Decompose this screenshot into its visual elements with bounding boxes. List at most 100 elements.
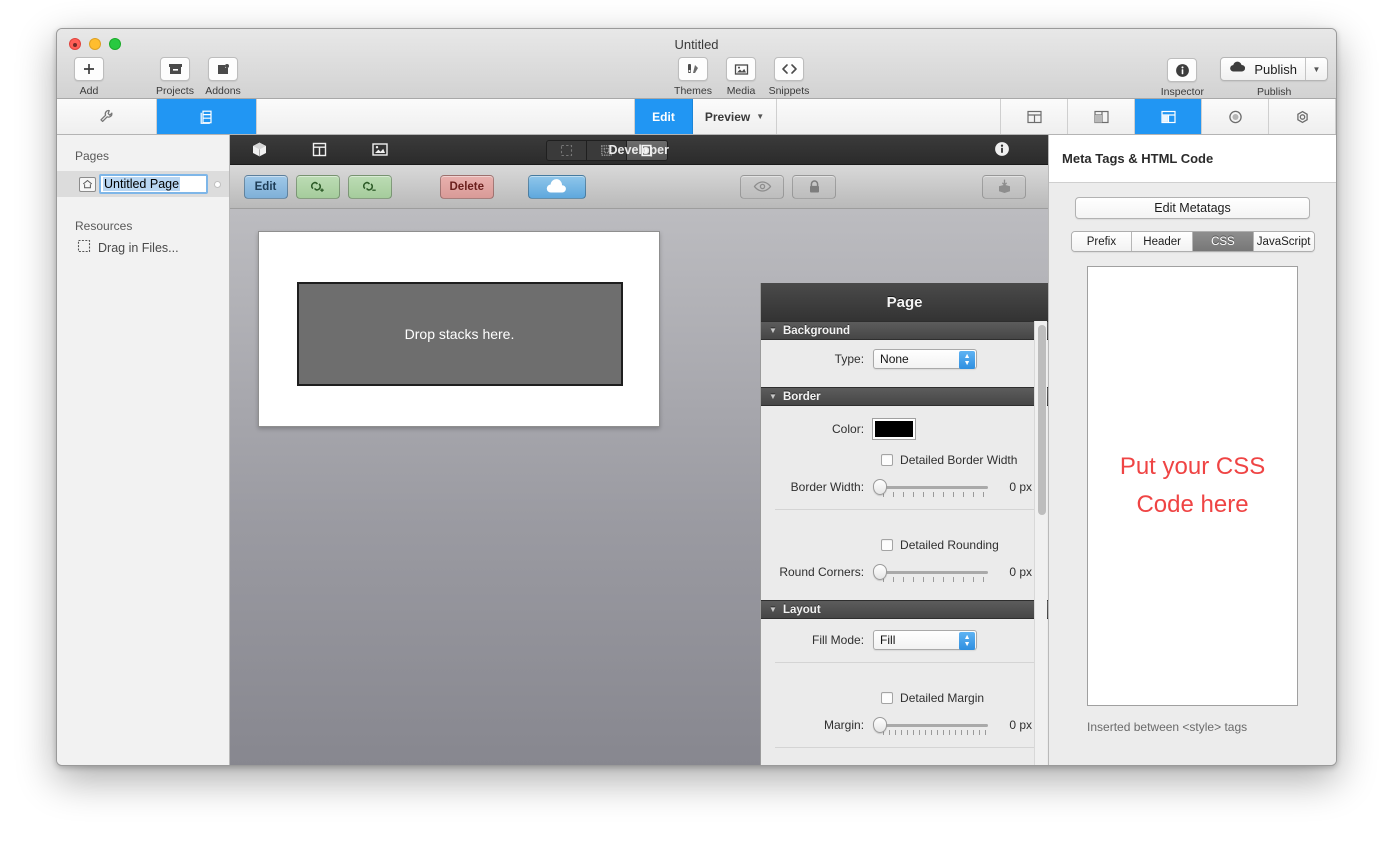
tab-header[interactable]: Header xyxy=(1132,232,1194,251)
toolbar-button-snippets[interactable]: Snippets xyxy=(765,57,813,97)
puzzle-plug-icon xyxy=(208,57,238,81)
toolbar-button-inspector[interactable]: Inspector xyxy=(1152,58,1212,98)
tab-javascript[interactable]: JavaScript xyxy=(1253,232,1314,251)
toolbar-button-addons[interactable]: Addons xyxy=(199,57,247,97)
toolbar-button-media[interactable]: Media xyxy=(717,57,765,97)
label-detailed-rounding: Detailed Rounding xyxy=(900,538,999,552)
link-minus-icon[interactable] xyxy=(347,174,392,199)
code-editor-textarea[interactable]: Put your CSS Code here xyxy=(1087,266,1298,706)
stepper-arrows-icon: ▲ ▼ xyxy=(959,632,976,650)
tab-target[interactable] xyxy=(1202,99,1269,134)
cloud-icon[interactable] xyxy=(528,174,587,199)
label-margin: Margin: xyxy=(824,718,865,732)
background-type-select[interactable]: None ▲ ▼ xyxy=(873,349,978,369)
round-corners-slider[interactable] xyxy=(873,561,989,583)
tab-layout-split[interactable] xyxy=(1068,99,1135,134)
tab-layout-left[interactable] xyxy=(1001,99,1068,134)
border-width-slider[interactable] xyxy=(873,476,989,498)
stack-cube-icon[interactable] xyxy=(230,141,290,158)
photo-icon xyxy=(726,57,756,81)
checkbox-box-icon xyxy=(881,454,894,466)
publish-group-label: Publish xyxy=(1256,86,1292,98)
toolbar-button-projects[interactable]: Projects xyxy=(151,57,199,97)
tab-settings-gear[interactable] xyxy=(1269,99,1336,134)
page-inspector-scrollbar[interactable] xyxy=(1034,321,1048,765)
code-placeholder-line1: Put your CSS xyxy=(1119,452,1266,480)
page-name-input[interactable]: Untitled Page xyxy=(99,174,208,194)
slider-track xyxy=(881,571,989,574)
tab-css[interactable]: CSS xyxy=(1193,232,1254,251)
drop-file-icon xyxy=(77,239,91,256)
scrollbar-thumb[interactable] xyxy=(1038,325,1047,515)
selection-dashed-icon[interactable] xyxy=(547,141,587,160)
inspector-panel: Meta Tags & HTML Code Edit Metatags Pref… xyxy=(1048,135,1336,765)
slider-knob[interactable] xyxy=(873,564,888,580)
slider-ticks xyxy=(883,577,987,582)
edit-metatags-button[interactable]: Edit Metatags xyxy=(1075,197,1310,219)
tab-settings[interactable] xyxy=(57,99,157,134)
code-editor-note: Inserted between <style> tags xyxy=(1087,720,1248,734)
border-color-well[interactable] xyxy=(872,418,917,440)
field-round-corners: Round Corners: 0 px xyxy=(761,558,1048,586)
inspector-panel-title: Meta Tags & HTML Code xyxy=(1049,135,1336,183)
publish-button-label: Publish xyxy=(1254,61,1297,77)
checkbox-detailed-rounding[interactable]: Detailed Rounding xyxy=(761,532,1048,558)
home-icon xyxy=(79,176,96,192)
window-title: Untitled xyxy=(674,37,719,52)
page-list-item[interactable]: Untitled Page xyxy=(57,171,229,197)
checkbox-detailed-margin[interactable]: Detailed Margin xyxy=(761,685,1048,711)
chevron-down-icon: ▼ xyxy=(756,112,765,121)
stepper-arrows-icon: ▲ ▼ xyxy=(959,351,976,369)
tab-prefix[interactable]: Prefix xyxy=(1071,232,1133,251)
publish-group: Publish ▼ Publish xyxy=(1220,57,1328,98)
tab-preview[interactable]: Preview ▼ xyxy=(693,99,777,134)
toolbar-left-group: Add Projects Addons xyxy=(65,57,247,97)
checkbox-detailed-border-width[interactable]: Detailed Border Width xyxy=(761,447,1048,473)
archive-box-icon xyxy=(160,57,190,81)
slider-track xyxy=(881,724,989,727)
pages-sidebar: Pages Untitled Page Resources Drag in Fi… xyxy=(57,135,230,765)
right-tab-segments xyxy=(1001,99,1336,134)
fill-mode-select[interactable]: Fill ▲ ▼ xyxy=(873,630,978,650)
divider xyxy=(775,509,1035,510)
toolbar-label-addons: Addons xyxy=(205,85,241,97)
toolbar-button-themes[interactable]: Themes xyxy=(669,57,717,97)
slider-knob[interactable] xyxy=(873,717,888,733)
plus-icon xyxy=(74,57,104,81)
slider-ticks xyxy=(883,492,987,497)
selection-dotted-icon[interactable] xyxy=(587,141,627,160)
selection-solid-icon[interactable] xyxy=(626,141,667,160)
section-header-layout[interactable]: ▼ Layout xyxy=(761,600,1049,619)
slider-knob[interactable] xyxy=(873,479,888,495)
image-icon[interactable] xyxy=(350,142,410,157)
label-detailed-margin: Detailed Margin xyxy=(900,691,985,705)
value-border-width: 0 px xyxy=(1009,480,1033,494)
section-header-border[interactable]: ▼ Border xyxy=(761,387,1049,406)
divider xyxy=(775,662,1035,663)
publish-dropdown-button[interactable]: ▼ xyxy=(1305,58,1327,80)
application-window: Untitled Add Projects Addons Themes Medi… xyxy=(56,28,1337,766)
margin-slider[interactable] xyxy=(873,714,989,736)
lock-icon[interactable] xyxy=(792,174,837,199)
tab-pages[interactable] xyxy=(157,99,257,134)
tab-layout-inspector[interactable] xyxy=(1135,99,1202,134)
section-header-background[interactable]: ▼ Background xyxy=(761,321,1049,340)
checkbox-box-icon xyxy=(881,692,894,704)
stack-dropzone[interactable]: Drop stacks here. xyxy=(296,282,623,386)
code-placeholder: Put your CSS Code here xyxy=(1120,448,1265,525)
page-layout-icon[interactable] xyxy=(290,141,350,158)
editor-area: Developer Edit Delete Drop stacks here. … xyxy=(229,135,1049,765)
eye-icon[interactable] xyxy=(740,174,785,199)
section-label-background: Background xyxy=(782,324,851,337)
checkbox-box-icon xyxy=(881,539,894,551)
toolbar-button-add[interactable]: Add xyxy=(65,57,113,97)
page-preview[interactable]: Drop stacks here. xyxy=(257,231,660,427)
tab-edit[interactable]: Edit xyxy=(635,99,693,134)
delete-button[interactable]: Delete xyxy=(439,174,495,199)
drag-in-files-dropzone[interactable]: Drag in Files... xyxy=(57,239,229,256)
link-plus-icon[interactable] xyxy=(295,174,340,199)
box-download-icon[interactable] xyxy=(982,174,1027,199)
edit-button[interactable]: Edit xyxy=(243,174,288,199)
info-circle-icon[interactable] xyxy=(994,141,1010,162)
publish-button[interactable]: Publish ▼ xyxy=(1220,57,1328,81)
